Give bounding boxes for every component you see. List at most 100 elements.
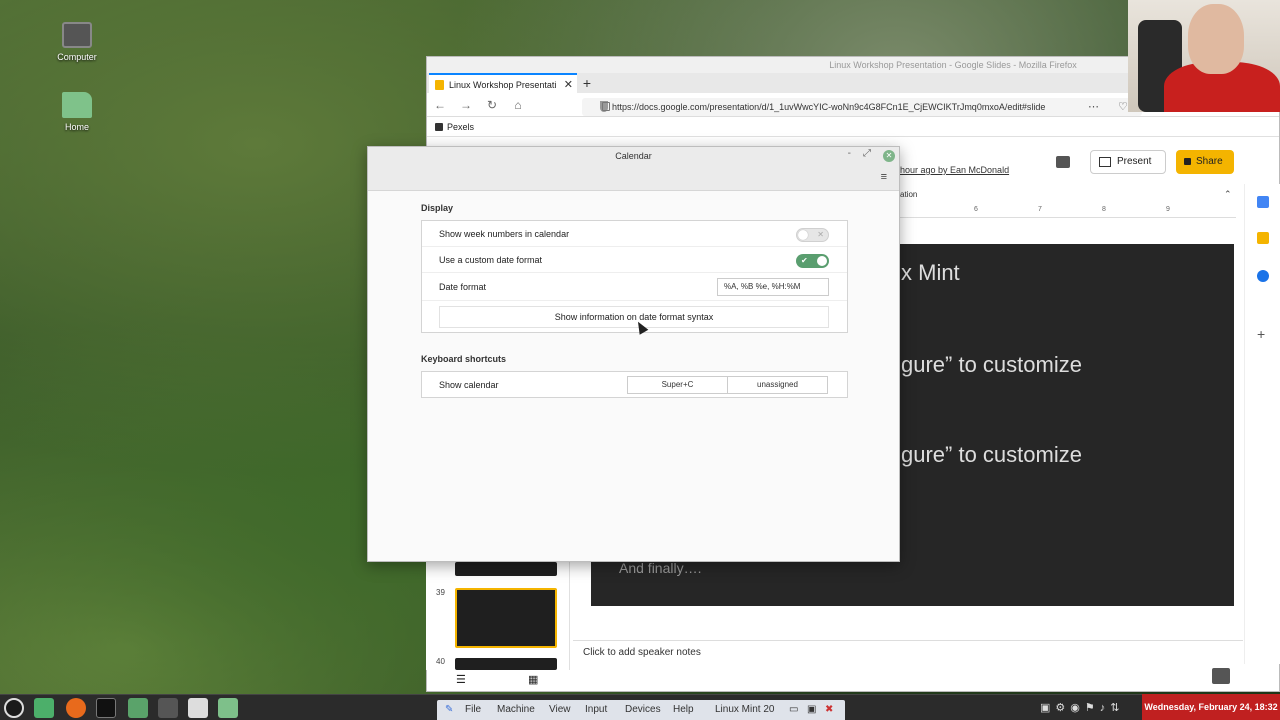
forward-icon[interactable]: →	[459, 98, 473, 112]
shortcuts-group: Show calendar Super+C unassigned	[421, 371, 848, 398]
week-numbers-row: Show week numbers in calendar ✕	[422, 221, 847, 247]
tab-title: Linux Workshop Presentati	[449, 80, 557, 90]
tray-icon[interactable]: ⚙	[1055, 702, 1070, 714]
machine-name: Linux Mint 20	[715, 704, 775, 715]
files-launcher-icon[interactable]	[128, 698, 148, 718]
primary-shortcut-field[interactable]: Super+C	[627, 376, 728, 394]
slide-text-line: x Mint	[901, 260, 960, 285]
desktop-icon-label: Computer	[57, 52, 97, 62]
back-icon[interactable]: ←	[433, 98, 447, 112]
show-calendar-shortcut-row: Show calendar Super+C unassigned	[422, 372, 847, 398]
show-calendar-label: Show calendar	[439, 380, 499, 390]
dialog-titlebar[interactable]: Calendar ‐ ⤢ ✕ ≡	[368, 147, 899, 191]
tasks-addon-icon[interactable]	[1257, 270, 1269, 282]
clock[interactable]: Wednesday, February 24, 18:32	[1142, 694, 1280, 720]
vbox-close-icon[interactable]: ✖	[825, 704, 833, 715]
slides-favicon-icon	[435, 80, 444, 90]
presenter-head	[1188, 4, 1244, 74]
system-tray: ▣⚙◉⚑♪⇅	[1040, 701, 1124, 714]
webcam-overlay	[1128, 0, 1280, 112]
vbox-minimize-icon[interactable]: ▭	[789, 704, 798, 715]
week-numbers-toggle[interactable]: ✕	[796, 228, 829, 242]
add-addon-icon[interactable]: +	[1257, 326, 1265, 342]
week-numbers-label: Show week numbers in calendar	[439, 229, 570, 239]
calendar-addon-icon[interactable]	[1257, 196, 1269, 208]
filmstrip-view-toggle: ☰ ▦	[426, 670, 570, 690]
dialog-title: Calendar	[615, 151, 652, 161]
toggle-knob	[817, 256, 827, 266]
terminal-launcher-icon[interactable]	[96, 698, 116, 718]
close-tab-icon[interactable]: ✕	[564, 75, 573, 93]
slide-thumbnail[interactable]	[455, 658, 557, 670]
maximize-icon[interactable]: ⤢	[863, 148, 871, 159]
speaker-notes[interactable]: Click to add speaker notes	[573, 640, 1243, 690]
virtualbox-menu-bar: ✎ File Machine View Input Devices Help L…	[437, 700, 845, 720]
lock-icon[interactable]	[602, 102, 610, 111]
menu-help[interactable]: Help	[673, 704, 694, 715]
desktop-icon-home[interactable]: Home	[42, 92, 112, 132]
tray-icon[interactable]: ◉	[1070, 702, 1085, 714]
desktop-icon-computer[interactable]: Computer	[42, 22, 112, 62]
vbox-restore-icon[interactable]: ▣	[807, 704, 816, 715]
tray-icon[interactable]: ⇅	[1110, 702, 1124, 714]
last-edit-link[interactable]: hour ago by Ean McDonald	[900, 165, 1009, 175]
firefox-launcher-icon[interactable]	[66, 698, 86, 718]
tray-icon[interactable]: ♪	[1100, 702, 1111, 714]
comment-history-icon[interactable]	[1056, 156, 1070, 168]
bookmarks-bar: Pexels	[427, 117, 1279, 137]
explore-icon[interactable]	[1212, 668, 1230, 684]
collapse-icon[interactable]: ⌃	[1224, 189, 1232, 200]
date-format-row: Date format %A, %B %e, %H:%M	[422, 273, 847, 301]
bookmark-pexels[interactable]: Pexels	[447, 122, 474, 132]
hamburger-menu-icon[interactable]: ≡	[881, 171, 887, 183]
slide-number: 39	[436, 588, 445, 597]
minimize-icon[interactable]: ‐	[848, 148, 851, 159]
menu-view[interactable]: View	[549, 704, 571, 715]
mint-menu-icon[interactable]	[4, 698, 24, 718]
date-format-field[interactable]: %A, %B %e, %H:%M	[717, 278, 829, 296]
list-view-icon[interactable]: ☰	[456, 673, 466, 686]
grid-view-icon[interactable]: ▦	[528, 673, 538, 686]
slide-number: 40	[436, 657, 445, 666]
present-button[interactable]: Present	[1090, 150, 1166, 174]
date-format-label: Date format	[439, 282, 487, 292]
tray-icon[interactable]: ▣	[1040, 702, 1055, 714]
url-text: https://docs.google.com/presentation/d/1…	[612, 102, 1046, 112]
show-desktop-icon[interactable]	[34, 698, 54, 718]
slide-text-line: gure” to customize	[901, 352, 1082, 377]
close-icon[interactable]: ✕	[883, 150, 895, 162]
slide-thumbnail[interactable]	[455, 562, 557, 576]
keep-addon-icon[interactable]	[1257, 232, 1269, 244]
pexels-bookmark-icon	[435, 123, 443, 131]
custom-date-format-label: Use a custom date format	[439, 255, 543, 265]
new-tab-icon[interactable]: +	[577, 73, 597, 93]
browser-tab[interactable]: Linux Workshop Presentati ✕	[429, 73, 577, 93]
tray-icon[interactable]: ⚑	[1085, 702, 1100, 714]
slide-thumbnail-selected[interactable]	[455, 588, 557, 648]
menu-devices[interactable]: Devices	[625, 704, 661, 715]
menu-input[interactable]: Input	[585, 704, 607, 715]
pin-icon[interactable]: ✎	[445, 704, 453, 715]
calendar-window-icon[interactable]	[218, 698, 238, 718]
ruler: 6 7 8 9	[900, 206, 1236, 218]
section-label: ation	[900, 190, 918, 199]
menu-machine[interactable]: Machine	[497, 704, 535, 715]
url-bar[interactable]: https://docs.google.com/presentation/d/1…	[582, 98, 1142, 116]
info-button-row: Show information on date format syntax	[422, 301, 847, 333]
text-editor-icon[interactable]	[188, 698, 208, 718]
share-button[interactable]: Share	[1176, 150, 1234, 174]
computer-icon	[62, 22, 92, 48]
slides-window-icon[interactable]	[158, 698, 178, 718]
display-heading: Display	[421, 203, 454, 213]
keyboard-shortcuts-heading: Keyboard shortcuts	[421, 354, 507, 364]
calendar-settings-dialog: Calendar ‐ ⤢ ✕ ≡ Display Show week numbe…	[367, 146, 900, 562]
toggle-off-icon: ✕	[817, 230, 824, 239]
desktop-icon-label: Home	[64, 122, 89, 132]
home-icon[interactable]: ⌂	[511, 98, 525, 112]
slide-text-line: gure” to customize	[901, 442, 1082, 467]
menu-file[interactable]: File	[465, 704, 481, 715]
custom-date-format-toggle[interactable]: ✔	[796, 254, 829, 268]
secondary-shortcut-field[interactable]: unassigned	[727, 376, 828, 394]
side-panel-rail: +	[1244, 184, 1280, 664]
reload-icon[interactable]: ↻	[485, 98, 499, 112]
